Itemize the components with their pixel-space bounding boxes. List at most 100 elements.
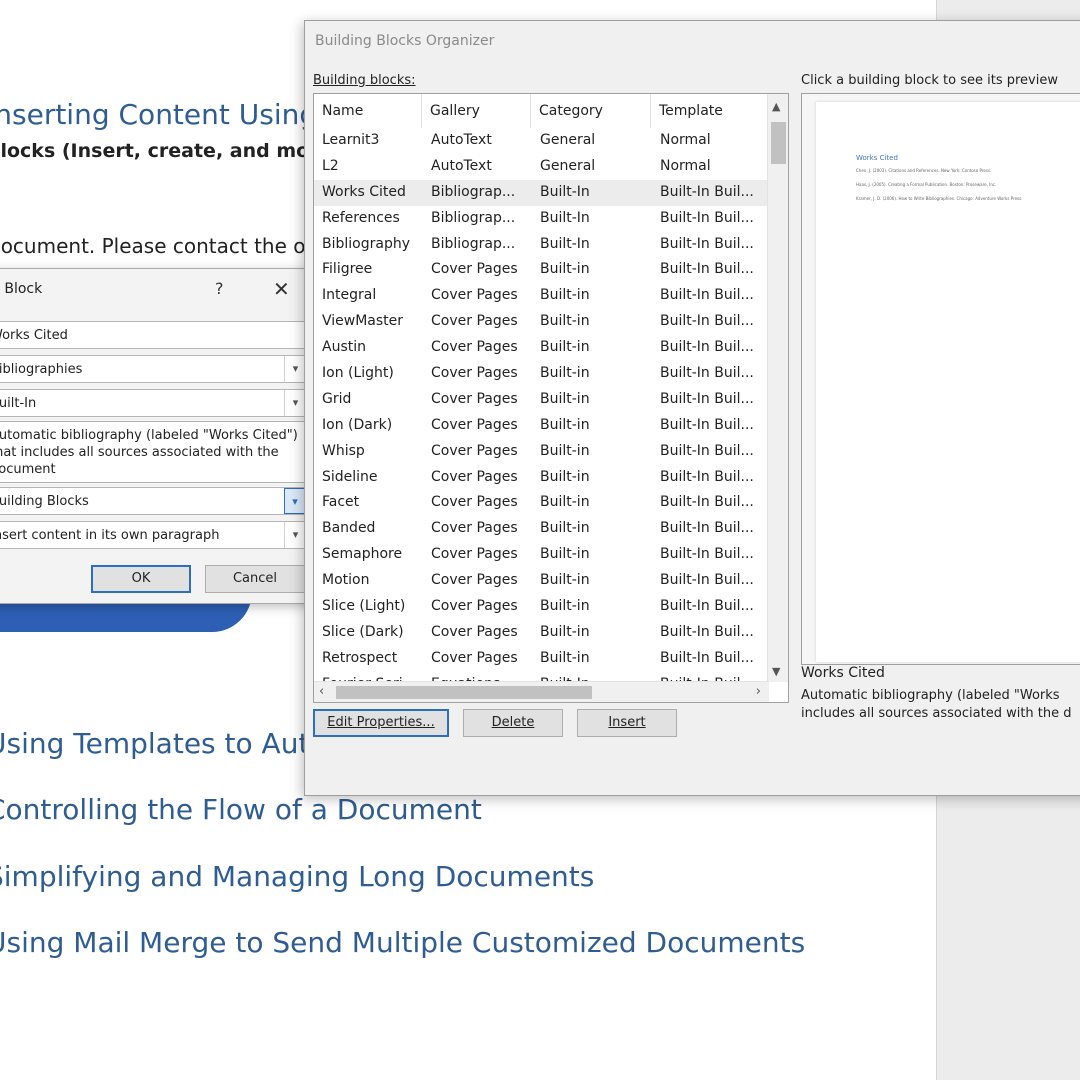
category-dropdown[interactable]: Built-In ▾: [0, 389, 307, 417]
column-header-gallery[interactable]: Gallery: [422, 94, 531, 128]
table-row[interactable]: Ion (Dark) Cover Pages Built-in Built-In Bu…: [314, 413, 768, 439]
cell-name: References: [322, 209, 400, 226]
table-row[interactable]: Sideline Cover Pages Built-in Built-In Buil…: [314, 465, 768, 491]
cell-template: Built-In Buil...: [660, 416, 754, 433]
cell-template: Built-In Buil...: [660, 339, 754, 356]
cell-category: Built-in: [540, 598, 590, 615]
vertical-scrollbar[interactable]: ▲ ▼: [767, 94, 788, 682]
cell-gallery: Cover Pages: [431, 520, 518, 537]
cell-template: Built-In Buil...: [660, 494, 754, 511]
table-row[interactable]: ViewMaster Cover Pages Built-in Built-In Bu…: [314, 309, 768, 335]
cell-template: Built-In Buil...: [660, 623, 754, 640]
table-row[interactable]: Whisp Cover Pages Built-in Built-In Buil...: [314, 439, 768, 465]
cell-name: Retrospect: [322, 649, 398, 666]
cell-gallery: Cover Pages: [431, 598, 518, 615]
cell-category: Built-in: [540, 494, 590, 511]
scroll-thumb[interactable]: [336, 686, 592, 699]
column-header-category[interactable]: Category: [531, 94, 651, 128]
chevron-down-icon[interactable]: ▾: [284, 390, 306, 416]
section-subheading: Blocks (Insert, create, and modif: [0, 140, 338, 162]
scroll-up-icon[interactable]: ▲: [772, 100, 780, 113]
scroll-right-icon[interactable]: ›: [756, 684, 761, 699]
table-row[interactable]: Slice (Light) Cover Pages Built-in Built-In…: [314, 594, 768, 620]
table-row[interactable]: Motion Cover Pages Built-in Built-In Buil..…: [314, 568, 768, 594]
preview-label: Click a building block to see its previe…: [801, 73, 1058, 88]
chevron-down-icon[interactable]: ▾: [284, 356, 306, 382]
name-field[interactable]: Works Cited: [0, 321, 307, 349]
cell-name: Bibliography: [322, 235, 410, 252]
table-row[interactable]: Retrospect Cover Pages Built-in Built-In Bu…: [314, 646, 768, 672]
cell-category: Built-in: [540, 287, 590, 304]
building-blocks-list[interactable]: Name Gallery Category Template Learnit3 A…: [313, 93, 789, 703]
delete-button[interactable]: Delete: [463, 709, 563, 737]
dialog-title: g Block: [0, 281, 43, 297]
column-header-name[interactable]: Name: [314, 94, 422, 128]
cell-category: General: [540, 132, 596, 148]
dialog-title: Building Blocks Organizer: [315, 33, 495, 49]
chevron-down-icon[interactable]: ▾: [284, 522, 306, 548]
table-row[interactable]: Integral Cover Pages Built-in Built-In Buil…: [314, 283, 768, 309]
table-row[interactable]: Learnit3 AutoText General Normal: [314, 128, 768, 154]
column-header-template[interactable]: Template: [651, 94, 768, 128]
gallery-dropdown[interactable]: Bibliographies ▾: [0, 355, 307, 383]
close-icon[interactable]: ✕: [273, 277, 290, 301]
preview-title: Works Cited: [856, 154, 898, 162]
table-row[interactable]: Slice (Dark) Cover Pages Built-in Built-In …: [314, 620, 768, 646]
cell-name: Ion (Light): [322, 365, 394, 382]
scroll-left-icon[interactable]: ‹: [319, 684, 324, 699]
cell-template: Built-In Buil...: [660, 313, 754, 330]
insert-button[interactable]: Insert: [577, 709, 677, 737]
scroll-thumb[interactable]: [771, 122, 786, 164]
edit-properties-button[interactable]: Edit Properties...: [313, 709, 449, 737]
table-row[interactable]: Grid Cover Pages Built-in Built-In Buil...: [314, 387, 768, 413]
cell-category: Built-in: [540, 468, 590, 485]
preview-pane: Works Cited Chen, J. (2003). Citations a…: [801, 93, 1080, 665]
ok-button[interactable]: OK: [91, 565, 191, 593]
insert-label: Insert: [608, 715, 646, 730]
document-paragraph: document. Please contact the ov: [0, 234, 318, 258]
table-row[interactable]: Facet Cover Pages Built-in Built-In Buil...: [314, 490, 768, 516]
cell-category: Built-in: [540, 623, 590, 640]
cell-template: Built-In Buil...: [660, 390, 754, 407]
horizontal-scrollbar[interactable]: ‹ ›: [314, 681, 769, 702]
list-rows: Learnit3 AutoText General Normal L2 AutoText G…: [314, 128, 768, 698]
cell-gallery: Cover Pages: [431, 339, 518, 356]
cell-category: Built-in: [540, 649, 590, 666]
preview-line: Kramer, J. D. (2006). How to Write Bibli…: [856, 196, 1023, 201]
description-value: Automatic bibliography (labeled "Works C…: [0, 428, 298, 477]
options-dropdown[interactable]: Insert content in its own paragraph ▾: [0, 521, 307, 549]
cell-template: Built-In Buil...: [660, 546, 754, 563]
cancel-button[interactable]: Cancel: [205, 565, 305, 593]
building-blocks-label-text: Building blocks:: [313, 73, 416, 88]
table-row[interactable]: Austin Cover Pages Built-in Built-In Buil..…: [314, 335, 768, 361]
cell-gallery: Cover Pages: [431, 261, 518, 278]
table-row[interactable]: Filigree Cover Pages Built-in Built-In Buil…: [314, 257, 768, 283]
save-in-dropdown[interactable]: Building Blocks ▾: [0, 487, 307, 515]
cell-gallery: Bibliograp...: [431, 209, 516, 226]
cell-gallery: Cover Pages: [431, 442, 518, 459]
help-icon[interactable]: ?: [215, 279, 224, 298]
cell-template: Normal: [660, 132, 711, 148]
options-value: Insert content in its own paragraph: [0, 528, 220, 543]
table-row[interactable]: L2 AutoText General Normal: [314, 154, 768, 180]
cell-gallery: Cover Pages: [431, 416, 518, 433]
table-row[interactable]: Semaphore Cover Pages Built-in Built-In Bui…: [314, 542, 768, 568]
cell-category: Built-in: [540, 520, 590, 537]
table-row[interactable]: Bibliography Bibliograp... Built-In Built-I…: [314, 232, 768, 258]
preview-page: Works Cited Chen, J. (2003). Citations a…: [816, 102, 1080, 662]
table-row[interactable]: Works Cited Bibliograp... Built-In Built-In…: [314, 179, 768, 206]
scroll-down-icon[interactable]: ▼: [772, 665, 780, 678]
description-field[interactable]: Automatic bibliography (labeled "Works C…: [0, 421, 307, 483]
cell-name: Motion: [322, 572, 370, 589]
cell-category: Built-in: [540, 572, 590, 589]
cell-template: Built-In Buil...: [660, 287, 754, 304]
table-row[interactable]: References Bibliograp... Built-In Built-In …: [314, 206, 768, 232]
cell-category: Built-In: [540, 235, 590, 252]
cell-template: Normal: [660, 157, 711, 174]
chevron-down-icon[interactable]: ▾: [284, 488, 306, 514]
cell-name: Works Cited: [322, 183, 406, 200]
table-row[interactable]: Banded Cover Pages Built-in Built-In Buil..…: [314, 516, 768, 542]
cell-category: Built-in: [540, 261, 590, 278]
outline-item-templates: Using Templates to Auto: [0, 727, 327, 760]
table-row[interactable]: Ion (Light) Cover Pages Built-in Built-In B…: [314, 361, 768, 387]
